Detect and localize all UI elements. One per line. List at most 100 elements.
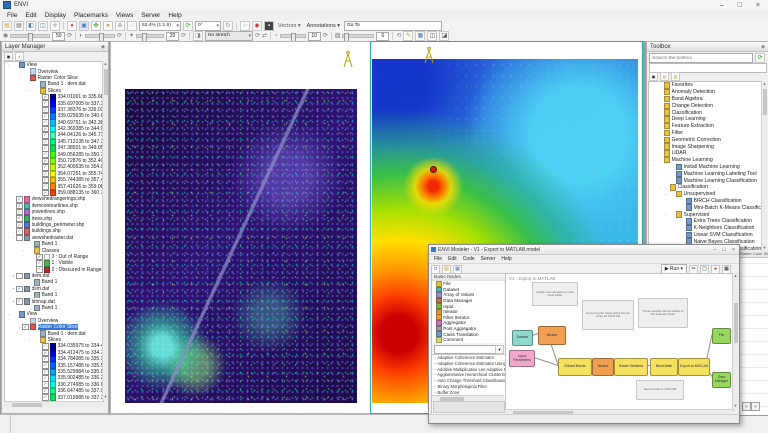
menu-item[interactable]: Code: [460, 256, 478, 262]
crosshair-icon[interactable]: ✛: [50, 21, 60, 31]
scroll-down-icon[interactable]: ▼: [103, 394, 108, 400]
scroll-up-icon[interactable]: ▲: [733, 273, 738, 279]
toolbox-row[interactable]: Extra Trees Classification: [649, 218, 762, 225]
vectors-menu[interactable]: Vectors ▾: [276, 23, 303, 29]
layer-checkbox[interactable]: [16, 286, 23, 292]
stretch-value[interactable]: 10: [308, 32, 321, 41]
layer-row[interactable]: 337.019985 to 337.39: [5, 394, 103, 400]
stretch-reset-icon[interactable]: ⟳: [255, 32, 260, 40]
menu-item[interactable]: Server: [478, 256, 499, 262]
toolbox-row[interactable]: K-Neighbors Classification: [649, 225, 762, 232]
task-item[interactable]: Adaptive Coherence Estimator Using Subsp…: [434, 361, 506, 367]
menu-item[interactable]: Edit: [445, 256, 460, 262]
transparency-value[interactable]: 0: [376, 32, 389, 41]
close-button[interactable]: ×: [732, 247, 735, 253]
model-node[interactable]: Iterator: [592, 358, 614, 376]
contrast-slider[interactable]: [85, 34, 115, 38]
layer-checkbox[interactable]: [36, 267, 43, 273]
model-node[interactable]: Iterator: [538, 326, 566, 345]
model-node[interactable]: Data Manager: [712, 372, 731, 388]
toolbox-row[interactable]: Favorites: [649, 82, 762, 89]
transparency-slider[interactable]: [342, 34, 374, 38]
expand-toggle-icon[interactable]: -: [27, 337, 32, 342]
model-node[interactable]: These outputs will be written to the sel…: [638, 298, 688, 328]
toolbox-row[interactable]: Change Detection: [649, 102, 762, 109]
pin-icon[interactable]: ◆: [101, 44, 105, 50]
toolbox-row[interactable]: Feature Extraction: [649, 123, 762, 130]
expand-toggle-icon[interactable]: -: [6, 312, 11, 317]
layer-checkbox[interactable]: [16, 235, 23, 241]
data-manager-icon[interactable]: ▦: [14, 21, 24, 31]
brightness-slider[interactable]: [10, 34, 50, 38]
cursor-value-icon[interactable]: ▱: [240, 21, 250, 31]
toolbox-vscrollbar[interactable]: ▲ ▼: [761, 81, 767, 251]
layer-stack-icon[interactable]: ◫: [427, 31, 437, 41]
expand-toggle-icon[interactable]: -: [27, 88, 32, 93]
toolbox-row[interactable]: - Supervised: [649, 211, 762, 218]
select-icon[interactable]: ▣: [79, 21, 89, 31]
model-node[interactable]: Send results to MATLAB: [636, 380, 684, 400]
goto-input[interactable]: [344, 21, 442, 31]
scroll-up-icon[interactable]: ▲: [762, 81, 767, 87]
canvas-vscrollbar[interactable]: ▲ ▼: [732, 273, 738, 409]
minimize-button[interactable]: –: [713, 247, 716, 253]
toolbox-row[interactable]: Machine Learning Classification: [649, 177, 762, 184]
menu-item[interactable]: Views: [112, 12, 137, 19]
annotations-menu[interactable]: Annotations ▾: [305, 23, 342, 29]
toolbox-row[interactable]: Deep Learning: [649, 116, 762, 123]
expand-toggle-icon[interactable]: -: [663, 212, 668, 217]
model-node[interactable]: Convert each raster band into an array f…: [582, 300, 634, 330]
model-node[interactable]: Dataset: [512, 330, 533, 346]
brightness-value[interactable]: 50: [52, 32, 65, 41]
expand-toggle-icon[interactable]: -: [663, 192, 668, 197]
stretch-swap-icon[interactable]: ⇄: [262, 32, 267, 40]
toolbox-row[interactable]: BIRCH Classification: [649, 198, 762, 205]
placemark-icon[interactable]: ♦: [67, 21, 77, 31]
menu-item[interactable]: Server: [137, 12, 164, 19]
toolbox-row[interactable]: - Unsupervised: [649, 191, 762, 198]
tree-view-icon[interactable]: ▣: [649, 72, 658, 81]
stretch-type-combo[interactable]: No stretch: [205, 31, 253, 41]
split-view-icon[interactable]: ◫: [38, 21, 48, 31]
expand-toggle-icon[interactable]: -: [657, 185, 662, 190]
refresh-icon[interactable]: ⟲: [396, 32, 401, 40]
contrast-reset-icon[interactable]: ⟳: [117, 32, 122, 40]
search-refresh-icon[interactable]: ⟳: [755, 53, 765, 63]
model-node[interactable]: Band Math: [650, 358, 678, 376]
toolbox-search-input[interactable]: [649, 53, 753, 63]
menu-item[interactable]: Help: [164, 12, 185, 19]
expand-folders-icon[interactable]: ▤: [660, 72, 669, 81]
rcs-close-icon[interactable]: ×: [751, 402, 760, 411]
minimize-button[interactable]: –: [720, 2, 724, 9]
task-filter-icon[interactable]: ▼: [495, 345, 504, 354]
expand-toggle-icon[interactable]: -: [651, 158, 656, 163]
zoom-level-combo[interactable]: 53.4% (1:1.9): [139, 21, 181, 31]
layer-checkbox[interactable]: [16, 298, 23, 304]
magnifier-icon[interactable]: ◌: [127, 21, 137, 31]
model-node[interactable]: File: [712, 328, 731, 344]
toolbox-row[interactable]: Linear SVM Classification: [649, 232, 762, 239]
check-all-icon[interactable]: ✓: [15, 52, 24, 61]
model-node[interactable]: Export to MATLAB: [678, 358, 710, 376]
toolbox-row[interactable]: - Classification: [649, 184, 762, 191]
expand-toggle-icon[interactable]: -: [17, 75, 22, 80]
brush-icon[interactable]: ✎: [403, 31, 413, 41]
toolbox-row[interactable]: Band Algebra: [649, 96, 762, 103]
fly-icon[interactable]: ➤: [103, 21, 113, 31]
toolbox-row[interactable]: - Machine Learning: [649, 157, 762, 164]
expand-toggle-icon[interactable]: -: [6, 63, 11, 68]
layer-checkbox[interactable]: [42, 190, 49, 196]
stretch-value-reset-icon[interactable]: ⟳: [323, 32, 328, 40]
model-node[interactable]: Iterate over all rasters in the input fo…: [532, 282, 578, 306]
layer-checkbox[interactable]: [16, 273, 23, 279]
maximize-button[interactable]: □: [738, 2, 742, 9]
scroll-down-icon[interactable]: ▼: [733, 403, 738, 409]
chip-icon[interactable]: ▪: [264, 21, 274, 31]
basic-node-item[interactable]: Comment: [432, 337, 504, 343]
layer-tree-vscrollbar[interactable]: ▲ ▼: [102, 61, 108, 400]
layer-checkbox[interactable]: [42, 394, 49, 400]
sharpen-slider[interactable]: [136, 34, 164, 38]
close-button[interactable]: ×: [756, 2, 760, 9]
stretch-icon[interactable]: ◨: [193, 31, 203, 41]
toolbox-row[interactable]: Install Machine Learning: [649, 164, 762, 171]
